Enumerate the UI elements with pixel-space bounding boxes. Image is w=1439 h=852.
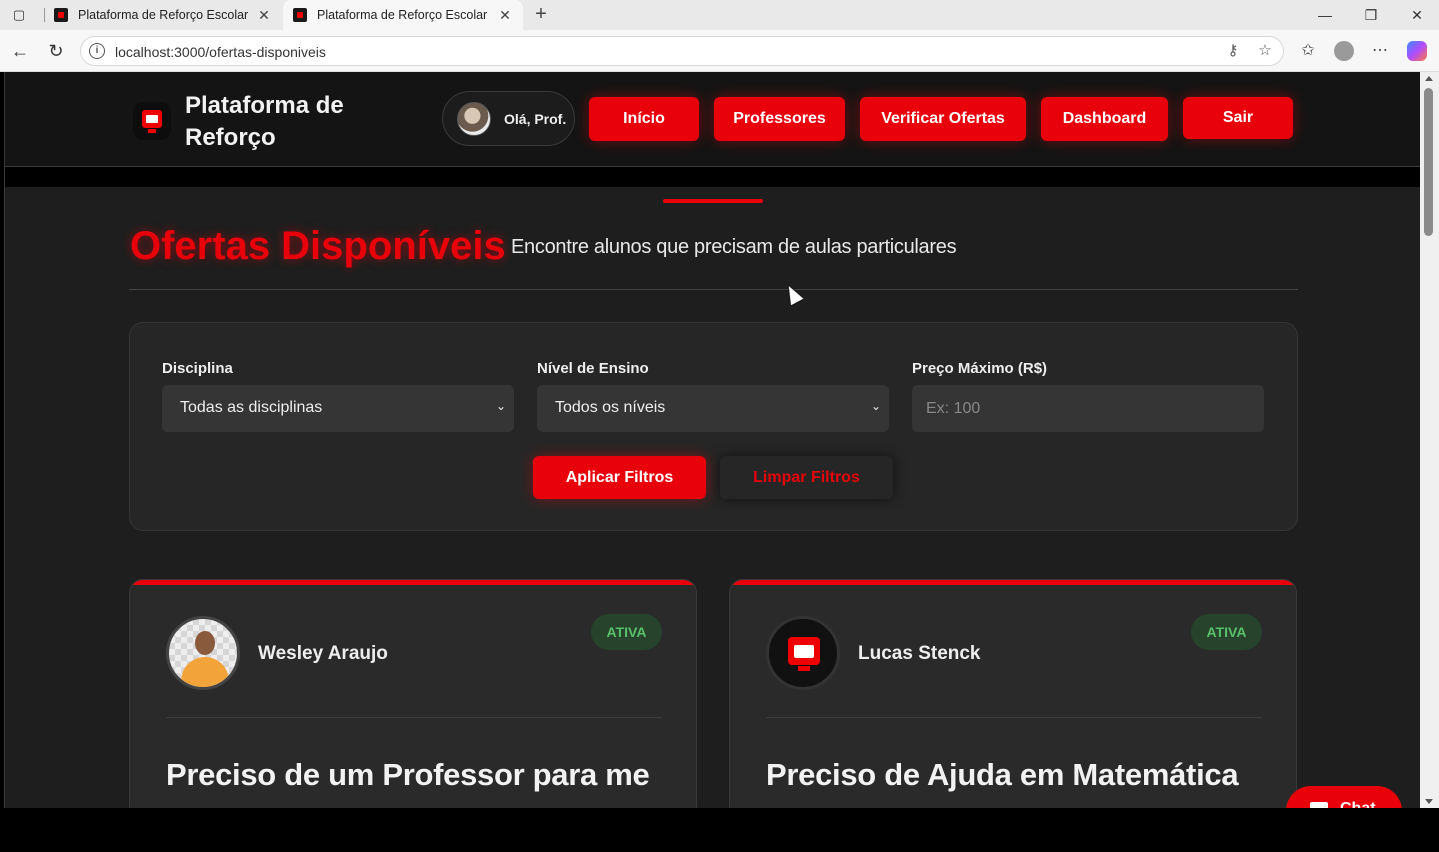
logout-button[interactable]: Sair: [1183, 97, 1293, 139]
chat-label: Chat: [1340, 800, 1376, 808]
clear-filters-button[interactable]: Limpar Filtros: [720, 456, 893, 499]
page-scrollbar[interactable]: [1420, 72, 1439, 808]
url-field[interactable]: i localhost:3000/ofertas-disponiveis ⚷ ☆: [80, 36, 1284, 66]
browser-tab-bar: ▢ Plataforma de Reforço Escolar ✕ Plataf…: [0, 0, 1439, 30]
avatar: [766, 616, 840, 690]
chevron-down-icon: ⌄: [495, 399, 506, 413]
plus-icon[interactable]: +: [530, 2, 552, 26]
minimize-icon[interactable]: —: [1310, 4, 1340, 26]
restore-icon[interactable]: ❐: [1356, 4, 1386, 26]
page-subtitle: Encontre alunos que precisam de aulas pa…: [511, 236, 957, 258]
back-icon[interactable]: ←: [8, 40, 32, 62]
favorites-icon[interactable]: ✩: [1297, 40, 1319, 62]
user-greeting: Olá, Prof.: [504, 111, 567, 127]
page-viewport: Plataforma de Reforço Olá, Prof. Início …: [4, 72, 1420, 808]
reload-icon[interactable]: ↻: [44, 40, 68, 62]
divider: [766, 717, 1262, 718]
chat-button[interactable]: Chat: [1286, 786, 1402, 808]
header-divider: [5, 167, 1420, 187]
star-icon[interactable]: ☆: [1256, 42, 1274, 60]
disciplina-label: Disciplina: [162, 360, 233, 377]
apply-filters-button[interactable]: Aplicar Filtros: [533, 456, 706, 499]
status-badge: ATIVA: [1191, 614, 1262, 650]
address-bar-row: ← ↻ i localhost:3000/ofertas-disponiveis…: [0, 30, 1439, 72]
tab-title: Plataforma de Reforço Escolar: [78, 8, 249, 22]
close-tab-icon[interactable]: ✕: [497, 7, 513, 24]
divider: [129, 289, 1298, 290]
page-title: Ofertas Disponíveis: [130, 224, 506, 268]
nav-professores-button[interactable]: Professores: [714, 97, 845, 141]
offer-card[interactable]: Wesley Araujo ATIVA Preciso de um Profes…: [129, 579, 697, 808]
close-icon[interactable]: ✕: [1402, 4, 1432, 26]
brand-name[interactable]: Plataforma de Reforço: [185, 90, 385, 154]
site-favicon-icon: [293, 8, 307, 22]
student-name: Wesley Araujo: [258, 643, 388, 664]
taskbar-area: [0, 808, 1439, 852]
mouse-cursor-icon: [782, 282, 804, 306]
offer-title: Preciso de um Professor para me: [166, 757, 650, 792]
avatar: [166, 616, 240, 690]
title-accent-line: [663, 199, 763, 203]
nivel-selected-value: Todos os níveis: [555, 399, 666, 416]
offer-card[interactable]: Lucas Stenck ATIVA Preciso de Ajuda em M…: [729, 579, 1297, 808]
site-favicon-icon: [54, 8, 68, 22]
filter-panel: Disciplina Todas as disciplinas ⌄ Nível …: [129, 322, 1298, 531]
nav-dashboard-button[interactable]: Dashboard: [1041, 97, 1168, 141]
avatar: [457, 102, 491, 136]
tab-title: Plataforma de Reforço Escolar: [317, 8, 488, 22]
tab-actions-icon[interactable]: ▢: [10, 6, 28, 24]
scrollbar-thumb[interactable]: [1424, 88, 1433, 236]
scroll-down-icon[interactable]: [1425, 799, 1433, 804]
user-menu[interactable]: Olá, Prof.: [442, 91, 575, 146]
nivel-label: Nível de Ensino: [537, 360, 649, 377]
more-icon[interactable]: ⋯: [1369, 40, 1391, 62]
disciplina-select[interactable]: Todas as disciplinas ⌄: [162, 385, 514, 432]
preco-maximo-input[interactable]: [912, 385, 1264, 432]
divider: [166, 717, 662, 718]
close-tab-icon[interactable]: ✕: [256, 7, 272, 24]
disciplina-selected-value: Todas as disciplinas: [180, 399, 323, 416]
offer-title: Preciso de Ajuda em Matemática: [766, 757, 1239, 792]
nav-inicio-button[interactable]: Início: [589, 97, 699, 141]
status-badge: ATIVA: [591, 614, 662, 650]
key-icon[interactable]: ⚷: [1224, 42, 1242, 60]
site-info-icon[interactable]: i: [89, 43, 105, 59]
site-header: Plataforma de Reforço Olá, Prof. Início …: [5, 72, 1420, 167]
nav-verificar-ofertas-button[interactable]: Verificar Ofertas: [860, 97, 1026, 141]
nivel-select[interactable]: Todos os níveis ⌄: [537, 385, 889, 432]
scroll-up-icon[interactable]: [1425, 76, 1433, 81]
browser-tab-active[interactable]: Plataforma de Reforço Escolar ✕: [283, 0, 523, 30]
card-accent-bar: [130, 580, 696, 585]
browser-tab[interactable]: Plataforma de Reforço Escolar ✕: [44, 0, 282, 30]
student-name: Lucas Stenck: [858, 643, 981, 664]
card-accent-bar: [730, 580, 1296, 585]
url-text: localhost:3000/ofertas-disponiveis: [115, 44, 326, 60]
preco-label: Preço Máximo (R$): [912, 360, 1048, 377]
chevron-down-icon: ⌄: [870, 399, 881, 413]
profile-icon[interactable]: [1334, 41, 1354, 61]
copilot-icon[interactable]: [1407, 41, 1427, 61]
logo-icon[interactable]: [133, 102, 171, 140]
